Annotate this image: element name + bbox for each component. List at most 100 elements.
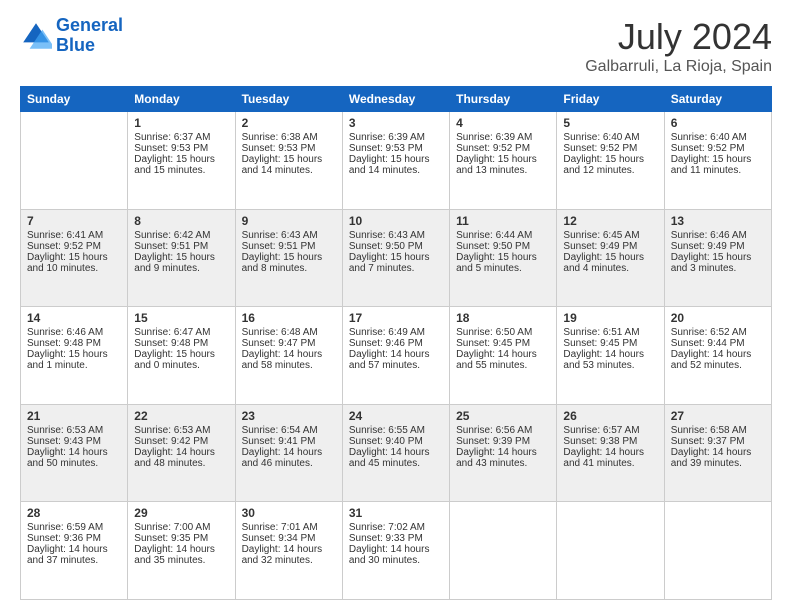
table-row (557, 502, 664, 600)
daylight-text: Daylight: 14 hours and 55 minutes. (456, 349, 550, 371)
day-number: 7 (27, 214, 121, 228)
sunrise-text: Sunrise: 6:40 AM (671, 132, 765, 143)
sunset-text: Sunset: 9:51 PM (134, 241, 228, 252)
day-number: 13 (671, 214, 765, 228)
sunrise-text: Sunrise: 7:01 AM (242, 522, 336, 533)
sunrise-text: Sunrise: 6:46 AM (27, 327, 121, 338)
daylight-text: Daylight: 15 hours and 12 minutes. (563, 154, 657, 176)
sunrise-text: Sunrise: 6:43 AM (242, 230, 336, 241)
table-row: 9Sunrise: 6:43 AMSunset: 9:51 PMDaylight… (235, 209, 342, 307)
sunset-text: Sunset: 9:41 PM (242, 436, 336, 447)
sunrise-text: Sunrise: 6:49 AM (349, 327, 443, 338)
daylight-text: Daylight: 15 hours and 11 minutes. (671, 154, 765, 176)
sunrise-text: Sunrise: 6:56 AM (456, 425, 550, 436)
day-number: 9 (242, 214, 336, 228)
day-number: 19 (563, 311, 657, 325)
table-row: 27Sunrise: 6:58 AMSunset: 9:37 PMDayligh… (664, 404, 771, 502)
daylight-text: Daylight: 14 hours and 52 minutes. (671, 349, 765, 371)
col-wednesday: Wednesday (342, 87, 449, 112)
sunrise-text: Sunrise: 7:00 AM (134, 522, 228, 533)
title-block: July 2024 Galbarruli, La Rioja, Spain (585, 16, 772, 76)
day-number: 5 (563, 116, 657, 130)
sunrise-text: Sunrise: 6:41 AM (27, 230, 121, 241)
sunset-text: Sunset: 9:53 PM (242, 143, 336, 154)
table-row: 24Sunrise: 6:55 AMSunset: 9:40 PMDayligh… (342, 404, 449, 502)
sunset-text: Sunset: 9:52 PM (671, 143, 765, 154)
daylight-text: Daylight: 15 hours and 8 minutes. (242, 252, 336, 274)
daylight-text: Daylight: 14 hours and 32 minutes. (242, 544, 336, 566)
logo-icon (20, 20, 52, 52)
logo: General Blue (20, 16, 123, 56)
daylight-text: Daylight: 14 hours and 39 minutes. (671, 447, 765, 469)
sunrise-text: Sunrise: 6:55 AM (349, 425, 443, 436)
day-number: 12 (563, 214, 657, 228)
col-tuesday: Tuesday (235, 87, 342, 112)
sunrise-text: Sunrise: 6:46 AM (671, 230, 765, 241)
table-row: 6Sunrise: 6:40 AMSunset: 9:52 PMDaylight… (664, 112, 771, 210)
day-number: 17 (349, 311, 443, 325)
daylight-text: Daylight: 15 hours and 5 minutes. (456, 252, 550, 274)
calendar-header-row: Sunday Monday Tuesday Wednesday Thursday… (21, 87, 772, 112)
logo-line2: Blue (56, 35, 95, 55)
sunset-text: Sunset: 9:34 PM (242, 533, 336, 544)
day-number: 27 (671, 409, 765, 423)
day-number: 28 (27, 506, 121, 520)
table-row: 1Sunrise: 6:37 AMSunset: 9:53 PMDaylight… (128, 112, 235, 210)
sunset-text: Sunset: 9:52 PM (456, 143, 550, 154)
daylight-text: Daylight: 15 hours and 1 minute. (27, 349, 121, 371)
table-row: 3 Sunrise: 6:39 AMSunset: 9:53 PMDaylight… (342, 112, 449, 210)
daylight-text: Daylight: 14 hours and 50 minutes. (27, 447, 121, 469)
table-row: 2 Sunrise: 6:38 AMSunset: 9:53 PMDaylight… (235, 112, 342, 210)
table-row: 30 Sunrise: 7:01 AMSunset: 9:34 PMDayligh… (235, 502, 342, 600)
daylight-text: Daylight: 14 hours and 30 minutes. (349, 544, 443, 566)
table-row: 18Sunrise: 6:50 AMSunset: 9:45 PMDayligh… (450, 307, 557, 405)
daylight-text: Daylight: 14 hours and 41 minutes. (563, 447, 657, 469)
sunset-text: Sunset: 9:49 PM (563, 241, 657, 252)
calendar-week-2: 14Sunrise: 6:46 AMSunset: 9:48 PMDayligh… (21, 307, 772, 405)
sunrise-text: Sunrise: 6:38 AM (242, 132, 336, 143)
table-row: 29Sunrise: 7:00 AMSunset: 9:35 PMDayligh… (128, 502, 235, 600)
daylight-text: Daylight: 15 hours and 14 minutes. (242, 154, 336, 176)
daylight-text: Daylight: 14 hours and 57 minutes. (349, 349, 443, 371)
sunset-text: Sunset: 9:44 PM (671, 338, 765, 349)
sunrise-text: Sunrise: 6:50 AM (456, 327, 550, 338)
day-number: 8 (134, 214, 228, 228)
sunrise-text: Sunrise: 6:54 AM (242, 425, 336, 436)
sunset-text: Sunset: 9:36 PM (27, 533, 121, 544)
day-number: 29 (134, 506, 228, 520)
table-row: 8Sunrise: 6:42 AMSunset: 9:51 PMDaylight… (128, 209, 235, 307)
daylight-text: Daylight: 14 hours and 48 minutes. (134, 447, 228, 469)
sunrise-text: Sunrise: 6:37 AM (134, 132, 228, 143)
day-number: 3 (349, 116, 443, 130)
sunrise-text: Sunrise: 7:02 AM (349, 522, 443, 533)
daylight-text: Daylight: 15 hours and 14 minutes. (349, 154, 443, 176)
sunset-text: Sunset: 9:49 PM (671, 241, 765, 252)
col-saturday: Saturday (664, 87, 771, 112)
day-number: 4 (456, 116, 550, 130)
sunrise-text: Sunrise: 6:39 AM (456, 132, 550, 143)
sunrise-text: Sunrise: 6:59 AM (27, 522, 121, 533)
sunset-text: Sunset: 9:46 PM (349, 338, 443, 349)
daylight-text: Daylight: 15 hours and 3 minutes. (671, 252, 765, 274)
day-number: 25 (456, 409, 550, 423)
day-number: 1 (134, 116, 228, 130)
day-number: 2 (242, 116, 336, 130)
calendar-week-4: 28Sunrise: 6:59 AMSunset: 9:36 PMDayligh… (21, 502, 772, 600)
sunset-text: Sunset: 9:47 PM (242, 338, 336, 349)
sunrise-text: Sunrise: 6:39 AM (349, 132, 443, 143)
table-row: 7Sunrise: 6:41 AMSunset: 9:52 PMDaylight… (21, 209, 128, 307)
daylight-text: Daylight: 15 hours and 15 minutes. (134, 154, 228, 176)
logo-text: General Blue (56, 16, 123, 56)
sunset-text: Sunset: 9:50 PM (456, 241, 550, 252)
daylight-text: Daylight: 14 hours and 53 minutes. (563, 349, 657, 371)
day-number: 14 (27, 311, 121, 325)
daylight-text: Daylight: 15 hours and 7 minutes. (349, 252, 443, 274)
sunset-text: Sunset: 9:53 PM (349, 143, 443, 154)
sunset-text: Sunset: 9:48 PM (27, 338, 121, 349)
day-number: 30 (242, 506, 336, 520)
daylight-text: Daylight: 14 hours and 37 minutes. (27, 544, 121, 566)
calendar-week-3: 21Sunrise: 6:53 AMSunset: 9:43 PMDayligh… (21, 404, 772, 502)
sunset-text: Sunset: 9:43 PM (27, 436, 121, 447)
table-row: 19Sunrise: 6:51 AMSunset: 9:45 PMDayligh… (557, 307, 664, 405)
sunrise-text: Sunrise: 6:52 AM (671, 327, 765, 338)
